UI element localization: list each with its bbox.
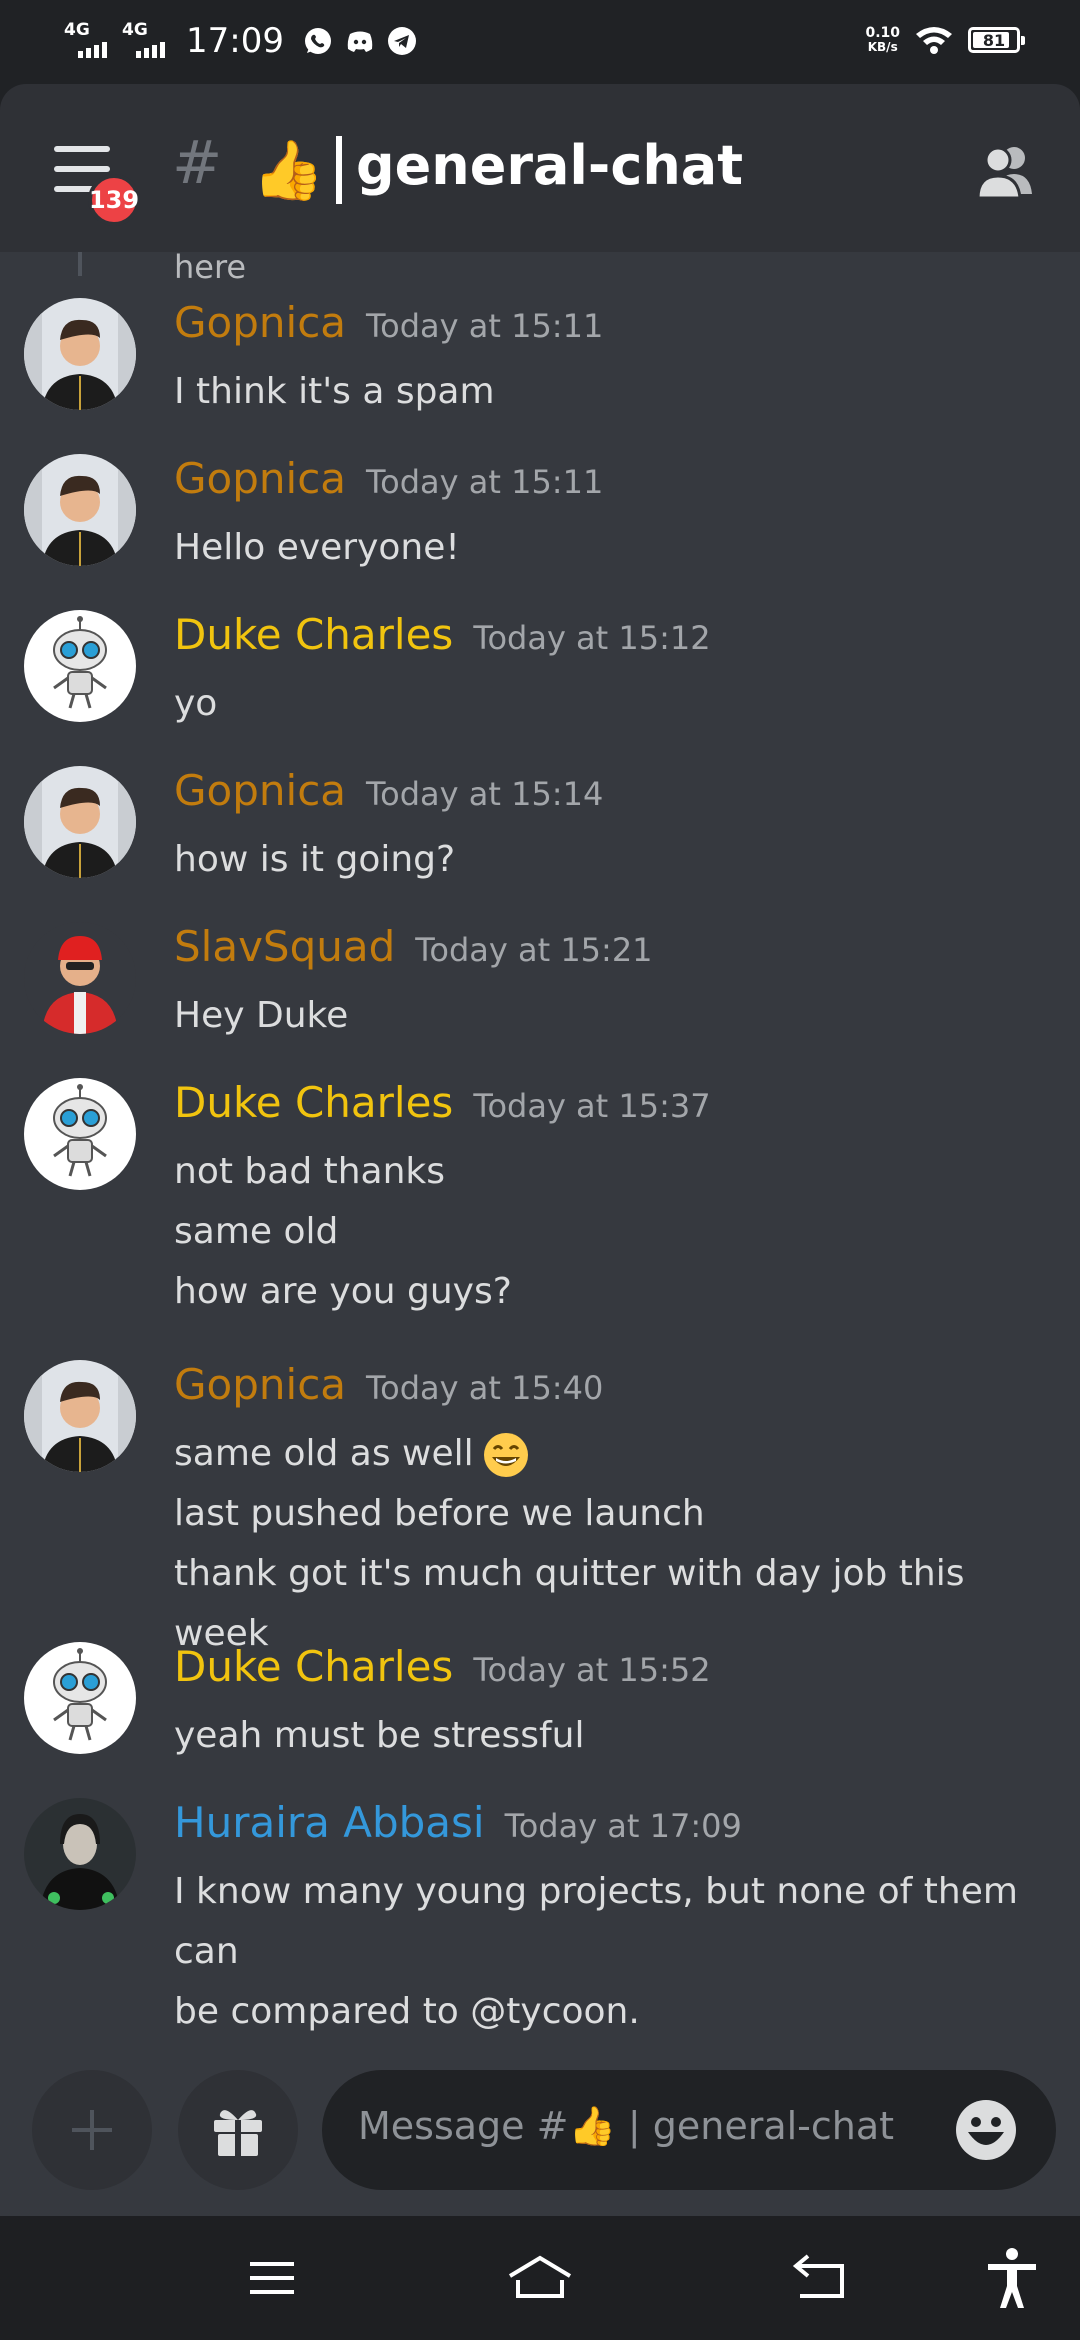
message-author[interactable]: Duke Charles xyxy=(174,1078,453,1127)
battery-level: 81 xyxy=(982,30,1006,50)
message-input[interactable]: Message #👍 | general-chat xyxy=(322,2070,1056,2190)
channel-hash: # xyxy=(172,128,223,198)
channel-name[interactable]: general-chat xyxy=(356,134,743,197)
plus-icon[interactable] xyxy=(32,2070,152,2190)
message-text: how are you guys? xyxy=(174,1271,512,1312)
gopnica-avatar[interactable] xyxy=(24,298,136,410)
network-type-2: 4G xyxy=(122,20,148,40)
message-author[interactable]: Huraira Abbasi xyxy=(174,1798,485,1847)
message-text: how is it going? xyxy=(174,839,456,880)
message-author[interactable]: SlavSquad xyxy=(174,922,395,971)
message-author[interactable]: Duke Charles xyxy=(174,1642,453,1691)
gopnica-avatar[interactable] xyxy=(24,454,136,566)
message-timestamp: Today at 15:11 xyxy=(366,463,604,501)
accessibility-icon[interactable] xyxy=(976,2246,1048,2310)
gift-icon[interactable] xyxy=(178,2070,298,2190)
wifi-icon xyxy=(916,27,952,54)
message-text: be compared to @tycoon. xyxy=(174,1991,640,2032)
message-text: not bad thanks xyxy=(174,1151,446,1192)
message-author[interactable]: Gopnica xyxy=(174,454,346,503)
message-list[interactable]: here Gopnica Today at 15:11 I think it's… xyxy=(0,252,1080,2062)
telegram-icon xyxy=(387,27,416,55)
huraira-avatar[interactable] xyxy=(24,1798,136,1910)
message-text: I know many young projects, but none of … xyxy=(174,1871,1018,1972)
message-author[interactable]: Gopnica xyxy=(174,298,346,347)
notification-badge: 139 xyxy=(88,174,140,226)
network-speed: 0.10 KB/s xyxy=(865,25,900,54)
message-author[interactable]: Gopnica xyxy=(174,766,346,815)
network-type-1: 4G xyxy=(64,20,90,40)
status-time: 17:09 xyxy=(186,21,284,61)
message-timestamp: Today at 15:11 xyxy=(366,307,604,345)
message-text: same old xyxy=(174,1211,339,1252)
message-timestamp: Today at 15:40 xyxy=(366,1369,604,1407)
reply-line xyxy=(78,252,82,276)
channel-header: 139 # 👍 general-chat xyxy=(0,84,1080,252)
robot-avatar[interactable] xyxy=(24,1642,136,1754)
message-text: yeah must be stressful xyxy=(174,1715,585,1756)
message-text: last pushed before we launch xyxy=(174,1493,705,1534)
message-timestamp: Today at 15:12 xyxy=(473,619,711,657)
slavsquad-avatar[interactable] xyxy=(24,922,136,1034)
recents-icon[interactable] xyxy=(236,2246,308,2310)
channel-emoji: 👍 xyxy=(252,136,325,204)
message-text: I think it's a spam xyxy=(174,371,495,412)
grinning-emoji-icon xyxy=(483,1433,528,1477)
battery-icon: 81 xyxy=(968,27,1025,53)
message-text: yo xyxy=(174,683,218,724)
whatsapp-icon xyxy=(304,28,331,54)
message-text: same old as well xyxy=(174,1424,1054,1484)
message-input-placeholder: Message #👍 | general-chat xyxy=(358,2104,895,2148)
status-bar: 4G 4G 17:09 0.10 KB/s 81 xyxy=(0,0,1080,84)
message-timestamp: Today at 15:14 xyxy=(366,775,604,813)
discord-status-icon xyxy=(347,31,373,52)
emoji-icon[interactable] xyxy=(954,2098,1018,2162)
message-author[interactable]: Duke Charles xyxy=(174,610,453,659)
system-nav-bar xyxy=(0,2216,1080,2340)
composer: Message #👍 | general-chat xyxy=(0,2062,1080,2216)
gopnica-avatar[interactable] xyxy=(24,1360,136,1472)
signal-icon: 4G xyxy=(122,20,170,62)
message-author[interactable]: Gopnica xyxy=(174,1360,346,1409)
message-timestamp: Today at 15:52 xyxy=(473,1651,711,1689)
message-timestamp: Today at 15:21 xyxy=(415,931,653,969)
signal-icon: 4G xyxy=(64,20,112,62)
message-timestamp: Today at 15:37 xyxy=(473,1087,711,1125)
back-icon[interactable] xyxy=(786,2246,858,2310)
robot-avatar[interactable] xyxy=(24,610,136,722)
channel-divider xyxy=(336,136,342,204)
previous-message-text: here xyxy=(174,252,247,286)
members-icon[interactable] xyxy=(968,140,1040,204)
gopnica-avatar[interactable] xyxy=(24,766,136,878)
message-text: Hey Duke xyxy=(174,995,349,1036)
robot-avatar[interactable] xyxy=(24,1078,136,1190)
message-text: Hello everyone! xyxy=(174,527,460,568)
home-icon[interactable] xyxy=(504,2246,576,2310)
message-timestamp: Today at 17:09 xyxy=(504,1807,742,1845)
